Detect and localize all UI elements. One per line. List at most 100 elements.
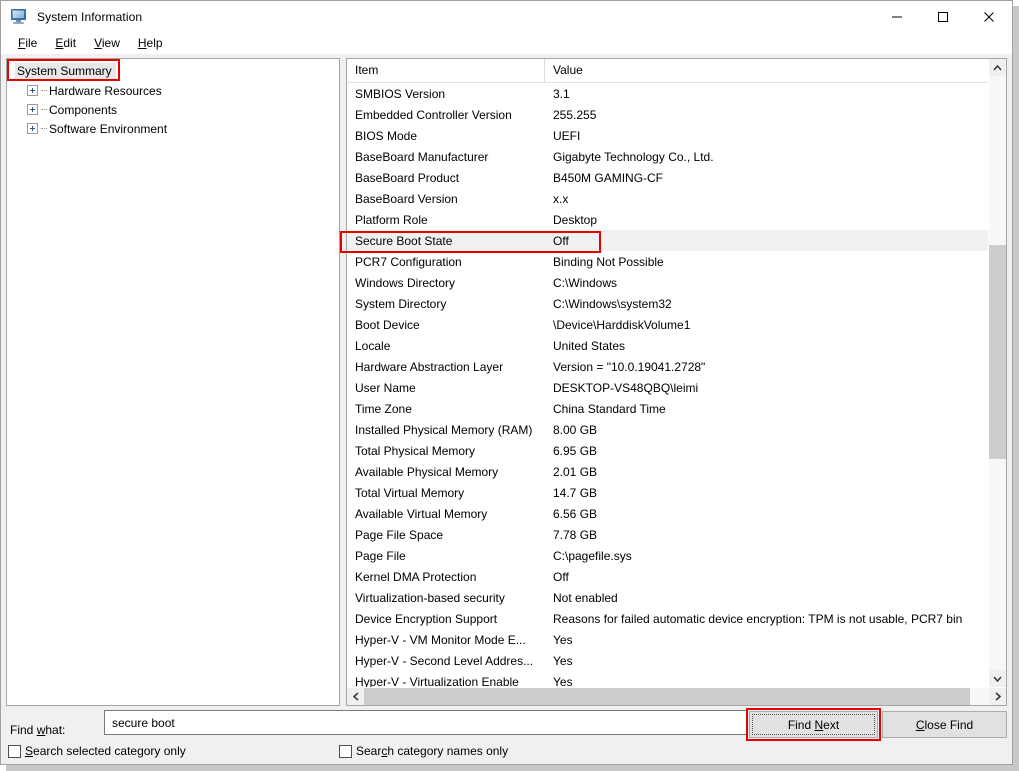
- table-row[interactable]: BaseBoard Manufacturer Gigabyte Technolog…: [347, 146, 988, 167]
- table-row[interactable]: Boot Device \Device\HarddiskVolume1: [347, 314, 988, 335]
- table-row[interactable]: Locale United States: [347, 335, 988, 356]
- table-row[interactable]: Platform Role Desktop: [347, 209, 988, 230]
- table-row[interactable]: Secure Boot State Off: [347, 230, 988, 251]
- table-row[interactable]: Available Physical Memory 2.01 GB: [347, 461, 988, 482]
- tree-item-system-summary[interactable]: System Summary: [7, 62, 339, 81]
- vertical-scroll-track[interactable]: [989, 76, 1006, 670]
- cell-item: Total Virtual Memory: [355, 485, 465, 500]
- category-tree[interactable]: System Summary Hardware Resources Compon…: [6, 58, 340, 706]
- chevron-down-icon[interactable]: [989, 670, 1006, 687]
- vertical-scrollbar[interactable]: [988, 59, 1006, 687]
- table-row[interactable]: Kernel DMA Protection Off: [347, 566, 988, 587]
- menu-edit-rest: dit: [63, 36, 77, 50]
- cell-item: BaseBoard Manufacturer: [355, 149, 489, 164]
- search-selected-category-checkbox-row[interactable]: Search selected category only: [8, 744, 186, 758]
- cell-value: \Device\HarddiskVolume1: [553, 317, 691, 332]
- cell-value: 7.78 GB: [553, 527, 598, 542]
- window-drop-shadow-bottom: [6, 765, 1019, 771]
- menu-item-view[interactable]: View: [85, 34, 129, 52]
- table-row[interactable]: BaseBoard Product B450M GAMING-CF: [347, 167, 988, 188]
- cell-value: China Standard Time: [553, 401, 666, 416]
- table-row[interactable]: Total Virtual Memory 14.7 GB: [347, 482, 988, 503]
- table-row[interactable]: SMBIOS Version 3.1: [347, 83, 988, 104]
- chevron-up-icon[interactable]: [989, 59, 1006, 76]
- menu-item-edit[interactable]: Edit: [46, 34, 85, 52]
- menu-help-rest: elp: [146, 36, 163, 50]
- cell-value: Yes: [553, 632, 573, 647]
- search-selected-category-label: Search selected category only: [25, 744, 186, 758]
- menu-item-help[interactable]: Help: [129, 34, 172, 52]
- table-row[interactable]: BIOS Mode UEFI: [347, 125, 988, 146]
- table-row[interactable]: User Name DESKTOP-VS48QBQ\leimi: [347, 377, 988, 398]
- table-row[interactable]: Hyper-V - Virtualization Enable Yes: [347, 671, 988, 688]
- cell-item: PCR7 Configuration: [355, 254, 462, 269]
- tree-connector-line: [41, 109, 47, 110]
- cell-value: Binding Not Possible: [553, 254, 664, 269]
- search-category-names-label: Search category names only: [356, 744, 509, 758]
- column-header-value[interactable]: Value: [545, 59, 988, 82]
- cell-value: UEFI: [553, 128, 581, 143]
- tree-item-components-label: Components: [49, 102, 118, 117]
- cell-item: Installed Physical Memory (RAM): [355, 422, 533, 437]
- search-category-names-checkbox-row[interactable]: Search category names only: [339, 744, 508, 758]
- tree-item-software-environment[interactable]: Software Environment: [7, 119, 339, 138]
- table-row[interactable]: Hardware Abstraction Layer Version = "10.…: [347, 356, 988, 377]
- table-row[interactable]: System Directory C:\Windows\system32: [347, 293, 988, 314]
- cell-value: 3.1: [553, 86, 570, 101]
- checkbox-icon[interactable]: [8, 744, 21, 758]
- find-next-button[interactable]: Find Next: [749, 711, 878, 738]
- table-row[interactable]: BaseBoard Version x.x: [347, 188, 988, 209]
- table-row[interactable]: Device Encryption Support Reasons for fai…: [347, 608, 988, 629]
- horizontal-scroll-thumb[interactable]: [364, 688, 970, 705]
- maximize-icon[interactable]: [920, 1, 966, 32]
- cell-value: 8.00 GB: [553, 422, 598, 437]
- menu-file-rest: ile: [25, 36, 38, 50]
- title-bar: System Information: [1, 1, 1012, 32]
- find-input[interactable]: [104, 710, 747, 735]
- table-row[interactable]: Hyper-V - VM Monitor Mode E... Yes: [347, 629, 988, 650]
- window-title: System Information: [37, 9, 143, 24]
- column-header-item[interactable]: Item: [347, 59, 545, 82]
- checkbox-icon[interactable]: [339, 744, 352, 758]
- horizontal-scroll-track[interactable]: [364, 688, 989, 705]
- table-row[interactable]: Page File C:\pagefile.sys: [347, 545, 988, 566]
- close-icon[interactable]: [966, 1, 1012, 32]
- table-row[interactable]: Virtualization-based security Not enabled: [347, 587, 988, 608]
- cell-value: Gigabyte Technology Co., Ltd.: [553, 149, 714, 164]
- vertical-scroll-thumb[interactable]: [989, 245, 1006, 459]
- cell-item: Available Virtual Memory: [355, 506, 488, 521]
- horizontal-scrollbar[interactable]: [347, 687, 1006, 705]
- table-row[interactable]: Windows Directory C:\Windows: [347, 272, 988, 293]
- expand-plus-icon[interactable]: [27, 85, 38, 96]
- tree-item-components[interactable]: Components: [7, 100, 339, 119]
- tree-item-hardware-resources[interactable]: Hardware Resources: [7, 81, 339, 100]
- close-find-button[interactable]: Close Find: [882, 711, 1007, 738]
- cell-item: BaseBoard Version: [355, 191, 458, 206]
- table-row[interactable]: Embedded Controller Version 255.255: [347, 104, 988, 125]
- cell-item: System Directory: [355, 296, 447, 311]
- cell-item: Embedded Controller Version: [355, 107, 512, 122]
- cell-value: 14.7 GB: [553, 485, 598, 500]
- table-row[interactable]: PCR7 Configuration Binding Not Possible: [347, 251, 988, 272]
- menu-item-file[interactable]: File: [9, 34, 46, 52]
- table-row[interactable]: Hyper-V - Second Level Addres... Yes: [347, 650, 988, 671]
- cell-item: SMBIOS Version: [355, 86, 446, 101]
- minimize-icon[interactable]: [874, 1, 920, 32]
- table-row[interactable]: Available Virtual Memory 6.56 GB: [347, 503, 988, 524]
- cell-value: x.x: [553, 191, 569, 206]
- list-header: Item Value: [347, 59, 988, 83]
- expand-plus-icon[interactable]: [27, 123, 38, 134]
- table-row[interactable]: Time Zone China Standard Time: [347, 398, 988, 419]
- chevron-right-icon[interactable]: [989, 688, 1006, 705]
- cell-value: B450M GAMING-CF: [553, 170, 664, 185]
- table-row[interactable]: Installed Physical Memory (RAM) 8.00 GB: [347, 419, 988, 440]
- cell-value: DESKTOP-VS48QBQ\leimi: [553, 380, 699, 395]
- cell-value: C:\pagefile.sys: [553, 548, 632, 563]
- menu-view-rest: iew: [101, 36, 120, 50]
- chevron-left-icon[interactable]: [347, 688, 364, 705]
- expand-plus-icon[interactable]: [27, 104, 38, 115]
- cell-value: 6.56 GB: [553, 506, 598, 521]
- cell-value: C:\Windows: [553, 275, 618, 290]
- table-row[interactable]: Page File Space 7.78 GB: [347, 524, 988, 545]
- table-row[interactable]: Total Physical Memory 6.95 GB: [347, 440, 988, 461]
